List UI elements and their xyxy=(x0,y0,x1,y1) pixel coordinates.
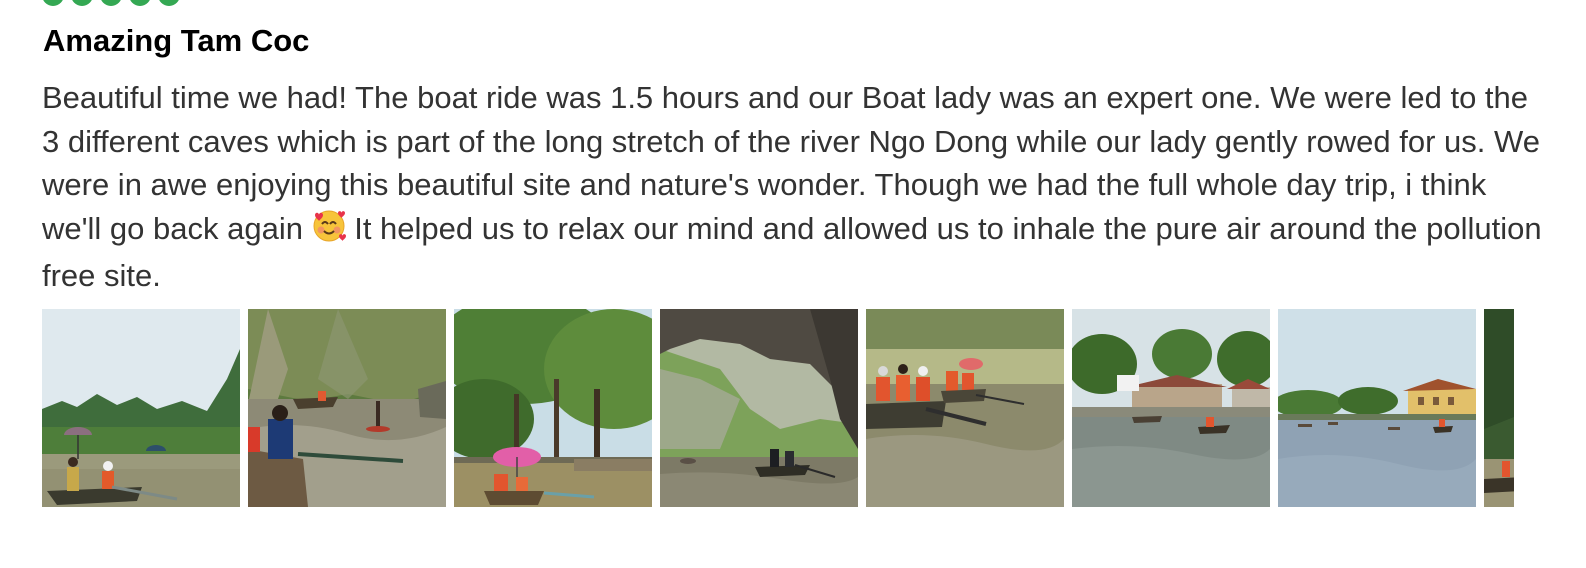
rating-bubble-icon xyxy=(158,0,180,6)
rating-bubble-icon xyxy=(42,0,64,6)
review-photo[interactable] xyxy=(1484,309,1514,507)
review-photo[interactable] xyxy=(660,309,858,507)
rating-bubble-icon xyxy=(129,0,151,6)
review-title[interactable]: Amazing Tam Coc xyxy=(43,22,309,60)
review-photo[interactable] xyxy=(42,309,240,507)
review-photo-strip[interactable] xyxy=(42,309,1514,507)
rating-bubble-icon xyxy=(100,0,122,6)
review-photo[interactable] xyxy=(866,309,1064,507)
review-photo[interactable] xyxy=(1278,309,1476,507)
review-photo[interactable] xyxy=(454,309,652,507)
review-photo[interactable] xyxy=(1072,309,1270,507)
rating-bubble-icon xyxy=(71,0,93,6)
rating-bubbles xyxy=(42,0,180,6)
review-body: Beautiful time we had! The boat ride was… xyxy=(42,76,1542,298)
smiling-face-with-hearts-icon xyxy=(312,209,346,255)
review-photo[interactable] xyxy=(248,309,446,507)
